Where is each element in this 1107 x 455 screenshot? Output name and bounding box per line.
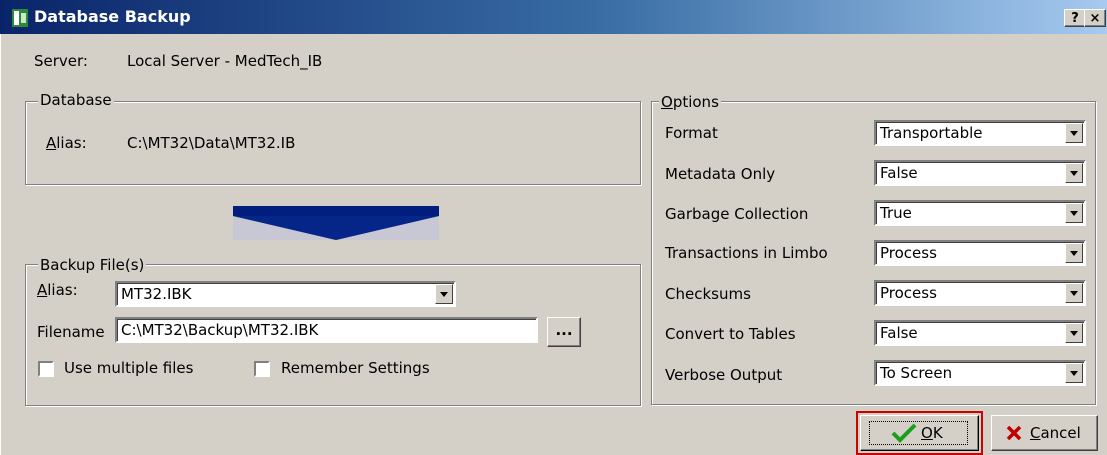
database-app-icon [12, 9, 28, 27]
window-frame [0, 34, 8, 455]
help-button[interactable]: ? [1064, 9, 1086, 27]
option-select-transactions-in-limbo[interactable]: Process [874, 240, 1086, 266]
option-value-checksums: Process [880, 284, 937, 302]
focus-rect [869, 421, 968, 445]
chevron-down-icon[interactable] [1065, 163, 1083, 183]
chevron-down-icon[interactable] [1065, 203, 1083, 223]
filename-input[interactable]: C:\MT32\Backup\MT32.IBK [115, 317, 538, 343]
filename-value: C:\MT32\Backup\MT32.IBK [121, 321, 319, 339]
backup-alias-value: MT32.IBK [121, 285, 192, 303]
database-alias-label: Alias: [46, 134, 87, 152]
option-select-garbage-collection[interactable]: True [874, 200, 1086, 226]
server-label: Server: [34, 52, 88, 70]
database-alias-value: C:\MT32\Data\MT32.IB [127, 134, 296, 152]
cancel-label: Cancel [1030, 424, 1081, 442]
option-value-convert-to-tables: False [880, 324, 918, 342]
remember-settings-checkbox[interactable] [254, 361, 270, 377]
chevron-down-icon[interactable] [1065, 323, 1083, 343]
option-label-garbage-collection: Garbage Collection [665, 205, 809, 223]
ok-label: OK [921, 424, 943, 442]
option-value-garbage-collection: True [880, 204, 912, 222]
cancel-button[interactable]: Cancel [991, 415, 1098, 451]
option-value-format: Transportable [880, 124, 983, 142]
options-group-legend: Options [659, 93, 721, 111]
close-x-icon [1006, 425, 1022, 445]
option-label-format: Format [665, 124, 718, 142]
option-label-convert-to-tables: Convert to Tables [665, 325, 796, 343]
down-arrow-icon [233, 206, 439, 244]
option-value-metadata-only: False [880, 164, 918, 182]
option-select-format[interactable]: Transportable [874, 120, 1086, 146]
check-icon [891, 423, 917, 447]
option-label-transactions-in-limbo: Transactions in Limbo [665, 244, 828, 262]
chevron-down-icon[interactable] [435, 284, 453, 304]
option-select-metadata-only[interactable]: False [874, 160, 1086, 186]
database-group-legend: Database [38, 91, 114, 109]
chevron-down-icon[interactable] [1065, 123, 1083, 143]
option-select-checksums[interactable]: Process [874, 280, 1086, 306]
option-select-verbose-output[interactable]: To Screen [874, 360, 1086, 386]
server-value: Local Server - MedTech_IB [127, 52, 323, 70]
chevron-down-icon[interactable] [1065, 283, 1083, 303]
backup-files-group-legend: Backup File(s) [38, 256, 147, 274]
use-multiple-files-label: Use multiple files [64, 359, 194, 377]
option-select-convert-to-tables[interactable]: False [874, 320, 1086, 346]
browse-button[interactable]: ... [547, 317, 581, 347]
option-value-transactions-in-limbo: Process [880, 244, 937, 262]
chevron-down-icon[interactable] [1065, 363, 1083, 383]
option-value-verbose-output: To Screen [880, 364, 953, 382]
option-label-metadata-only: Metadata Only [665, 165, 776, 183]
backup-alias-label: Alias: [37, 281, 78, 299]
filename-label: Filename [37, 323, 105, 341]
use-multiple-files-checkbox[interactable] [38, 361, 54, 377]
backup-alias-select[interactable]: MT32.IBK [115, 281, 456, 307]
ok-button[interactable]: OK [860, 415, 979, 451]
window-title: Database Backup [34, 7, 191, 26]
option-label-checksums: Checksums [665, 285, 751, 303]
option-label-verbose-output: Verbose Output [665, 366, 783, 384]
database-group [25, 101, 641, 185]
chevron-down-icon[interactable] [1065, 243, 1083, 263]
remember-settings-label: Remember Settings [281, 359, 430, 377]
close-button[interactable]: × [1084, 9, 1106, 27]
